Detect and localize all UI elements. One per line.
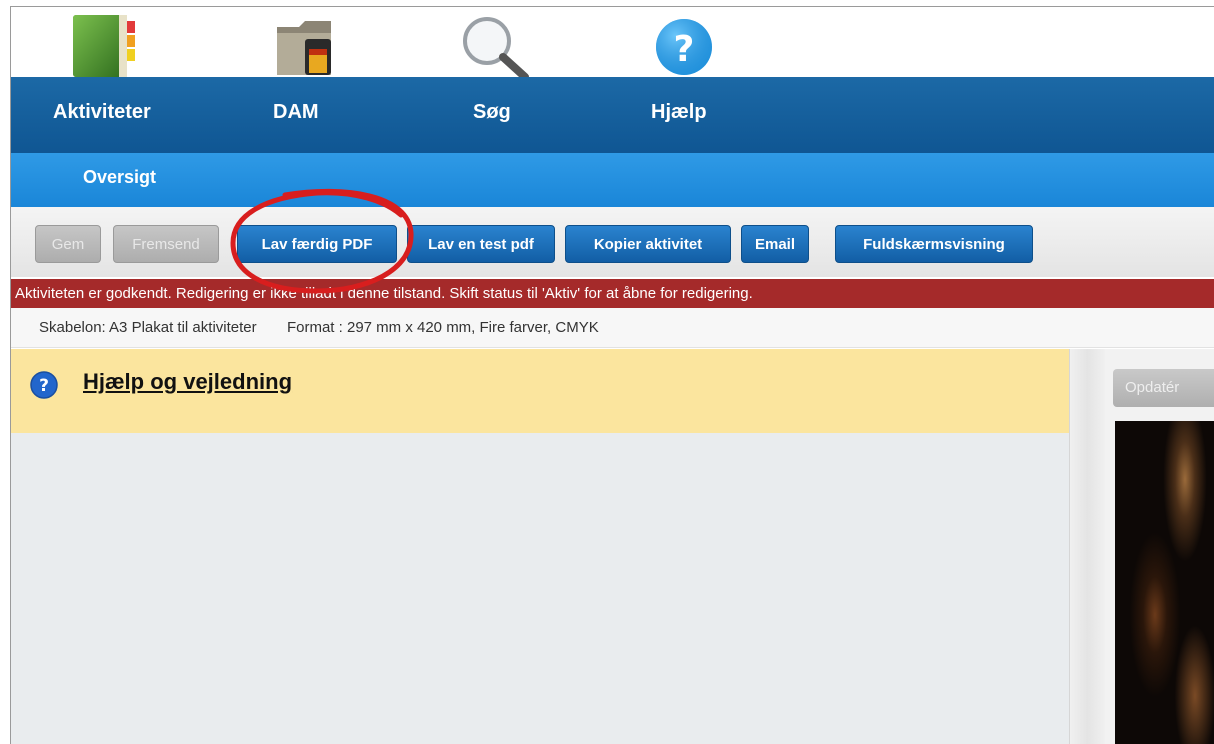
address-book-icon[interactable] bbox=[67, 13, 143, 84]
help-icon[interactable]: ? bbox=[651, 13, 717, 84]
magnifier-icon[interactable] bbox=[459, 13, 535, 84]
svg-text:?: ? bbox=[39, 376, 49, 396]
app-window: ? Aktiviteter DAM Søg Hjælp Oversigt Gem… bbox=[10, 6, 1214, 744]
panel-splitter[interactable] bbox=[1069, 349, 1105, 744]
nav-icon-strip: ? bbox=[11, 7, 1214, 81]
tab-sog[interactable]: Søg bbox=[473, 101, 511, 124]
toolbar: Gem Fremsend Lav færdig PDF Lav en test … bbox=[11, 207, 1214, 277]
status-alert: Aktiviteten er godkendt. Redigering er i… bbox=[11, 279, 1214, 308]
make-test-pdf-button[interactable]: Lav en test pdf bbox=[407, 225, 555, 263]
save-button[interactable]: Gem bbox=[35, 225, 101, 263]
template-info: Skabelon: A3 Plakat til aktiviteter Form… bbox=[11, 308, 1214, 348]
update-preview-button[interactable]: Opdatér bbox=[1113, 369, 1214, 407]
tab-aktiviteter[interactable]: Aktiviteter bbox=[53, 101, 151, 124]
editor-panel: ? Hjælp og vejledning bbox=[11, 349, 1069, 744]
email-button[interactable]: Email bbox=[741, 225, 809, 263]
fullscreen-button[interactable]: Fuldskærmsvisning bbox=[835, 225, 1033, 263]
poster-preview-image bbox=[1115, 421, 1214, 744]
help-bar: ? Hjælp og vejledning bbox=[11, 349, 1069, 433]
folder-film-icon[interactable] bbox=[269, 13, 345, 84]
tab-oversigt[interactable]: Oversigt bbox=[83, 167, 156, 188]
preview-panel: Opdatér bbox=[1105, 349, 1214, 744]
copy-activity-button[interactable]: Kopier aktivitet bbox=[565, 225, 731, 263]
tab-hjaelp[interactable]: Hjælp bbox=[651, 101, 707, 124]
format-info: Format : 297 mm x 420 mm, Fire farver, C… bbox=[286, 319, 599, 336]
help-circle-icon[interactable]: ? bbox=[29, 370, 59, 405]
help-link[interactable]: Hjælp og vejledning bbox=[83, 369, 292, 395]
svg-text:?: ? bbox=[674, 29, 695, 70]
template-name: Skabelon: A3 Plakat til aktiviteter bbox=[39, 319, 257, 336]
make-final-pdf-button[interactable]: Lav færdig PDF bbox=[237, 225, 397, 263]
main-nav: Aktiviteter DAM Søg Hjælp bbox=[11, 77, 1214, 153]
sub-nav: Oversigt bbox=[11, 153, 1214, 207]
tab-dam[interactable]: DAM bbox=[273, 101, 319, 124]
submit-button[interactable]: Fremsend bbox=[113, 225, 219, 263]
